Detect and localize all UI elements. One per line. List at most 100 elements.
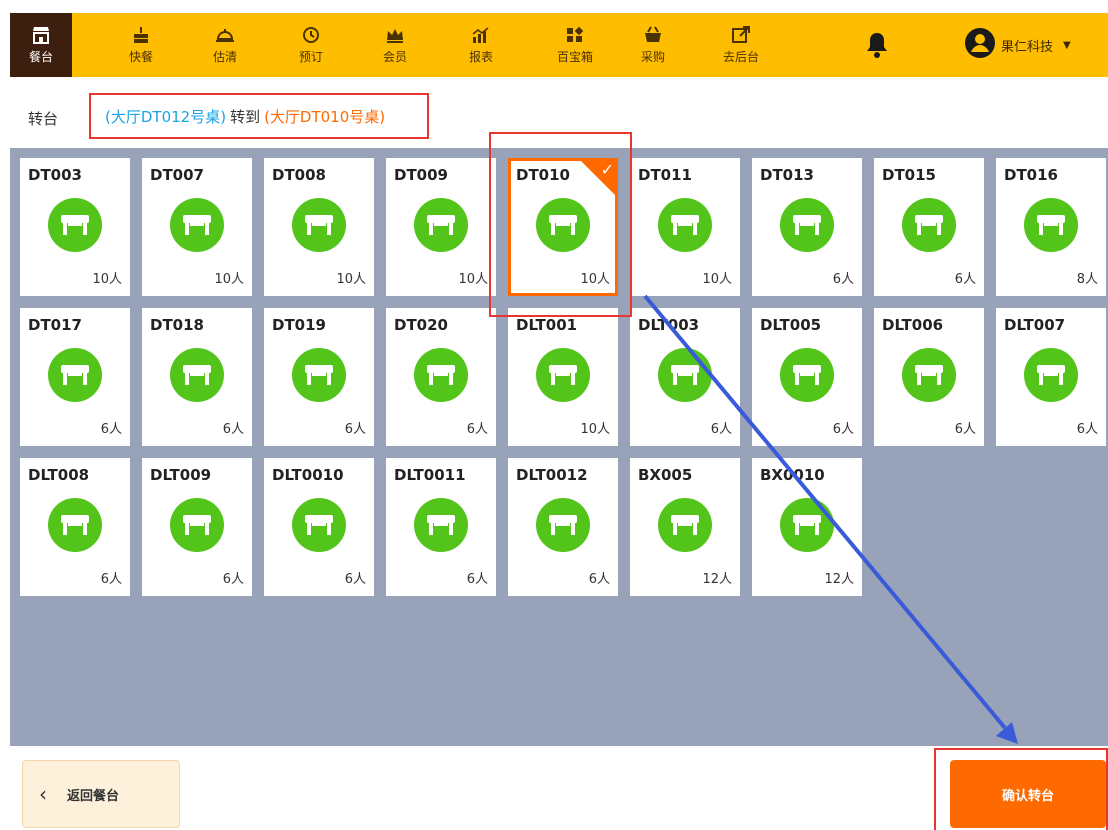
nav-item[interactable]: 去后台 — [706, 13, 776, 77]
table-capacity: 6人 — [710, 422, 732, 437]
table-icon — [414, 198, 468, 256]
table-tile[interactable]: DLT0012 6人 — [508, 458, 618, 596]
nav-item[interactable]: 采购 — [620, 13, 686, 77]
table-icon — [902, 198, 956, 256]
table-name: DT013 — [760, 166, 814, 184]
table-capacity: 8人 — [1076, 272, 1098, 287]
table-tile[interactable]: DLT001 10人 — [508, 308, 618, 446]
nav-item[interactable]: 快餐 — [108, 13, 174, 77]
table-name: DLT007 — [1004, 316, 1066, 334]
table-capacity: 6人 — [588, 572, 610, 587]
back-to-tables-button[interactable]: ‹ 返回餐台 — [22, 760, 180, 828]
table-capacity: 6人 — [344, 422, 366, 437]
external-link-icon — [731, 25, 751, 48]
table-name: DLT0012 — [516, 466, 588, 484]
nav-item[interactable]: 预订 — [278, 13, 344, 77]
table-tile[interactable]: DT010 10人 ✓ — [508, 158, 618, 296]
fastfood-icon — [131, 26, 151, 48]
table-icon — [414, 498, 468, 556]
nav-label: 去后台 — [722, 49, 759, 64]
nav-item[interactable]: 估清 — [192, 13, 258, 77]
table-name: DLT0010 — [272, 466, 344, 484]
table-icon — [48, 498, 102, 556]
confirm-transfer-button[interactable]: 确认转台 — [950, 760, 1106, 828]
table-tile[interactable]: DLT008 6人 — [20, 458, 130, 596]
chevron-left-icon: ‹ — [39, 782, 47, 806]
table-name: DLT006 — [882, 316, 944, 334]
table-tile[interactable]: DT013 6人 — [752, 158, 862, 296]
table-icon — [48, 348, 102, 406]
clock-icon — [301, 26, 321, 48]
table-capacity: 12人 — [824, 572, 854, 587]
table-name: BX005 — [638, 466, 693, 484]
transfer-summary: (大厅DT012号桌) 转到 (大厅DT010号桌) — [89, 93, 429, 139]
table-tile[interactable]: BX0010 12人 — [752, 458, 862, 596]
table-name: DT007 — [150, 166, 204, 184]
table-icon — [1024, 348, 1078, 406]
table-tile[interactable]: DT007 10人 — [142, 158, 252, 296]
table-name: DLT001 — [516, 316, 578, 334]
table-icon — [658, 348, 712, 406]
table-tile[interactable]: DLT003 6人 — [630, 308, 740, 446]
back-button-label: 返回餐台 — [67, 788, 120, 804]
nav-label: 快餐 — [128, 49, 153, 64]
service-bell-icon — [215, 26, 235, 48]
table-capacity: 10人 — [458, 272, 488, 287]
nav-item[interactable]: 餐台 — [10, 13, 72, 77]
table-capacity: 10人 — [580, 272, 610, 287]
table-name: DT015 — [882, 166, 936, 184]
table-icon — [1024, 198, 1078, 256]
table-tile[interactable]: DT016 8人 — [996, 158, 1106, 296]
table-tile[interactable]: DLT0011 6人 — [386, 458, 496, 596]
source-table: (大厅DT012号桌) — [105, 107, 227, 126]
table-icon — [658, 198, 712, 256]
table-icon — [292, 498, 346, 556]
table-tile[interactable]: DT017 6人 — [20, 308, 130, 446]
nav-item[interactable]: 报表 — [448, 13, 514, 77]
table-tile[interactable]: DLT009 6人 — [142, 458, 252, 596]
table-tile[interactable]: DT019 6人 — [264, 308, 374, 446]
basket-icon — [643, 25, 663, 48]
table-name: DT009 — [394, 166, 448, 184]
chevron-down-icon: ▼ — [1063, 39, 1071, 51]
table-name: DLT009 — [150, 466, 212, 484]
table-tile[interactable]: DLT006 6人 — [874, 308, 984, 446]
table-icon — [536, 198, 590, 256]
table-capacity: 6人 — [222, 572, 244, 587]
table-icon — [170, 348, 224, 406]
table-tile[interactable]: DLT005 6人 — [752, 308, 862, 446]
table-tile[interactable]: DT020 6人 — [386, 308, 496, 446]
table-capacity: 10人 — [336, 272, 366, 287]
table-tile[interactable]: DT015 6人 — [874, 158, 984, 296]
table-icon — [292, 198, 346, 256]
user-name: 果仁科技 — [1001, 39, 1054, 55]
table-icon — [780, 198, 834, 256]
target-table: (大厅DT010号桌) — [264, 107, 386, 126]
table-icon — [536, 348, 590, 406]
check-icon: ✓ — [600, 160, 614, 179]
table-capacity: 6人 — [466, 572, 488, 587]
table-name: DT010 — [516, 166, 570, 184]
table-tile[interactable]: DLT007 6人 — [996, 308, 1106, 446]
table-tile[interactable]: DT009 10人 — [386, 158, 496, 296]
nav-label: 采购 — [640, 49, 665, 64]
table-tile[interactable]: DT003 10人 — [20, 158, 130, 296]
table-tile[interactable]: BX005 12人 — [630, 458, 740, 596]
table-icon — [780, 498, 834, 556]
table-name: DT003 — [28, 166, 82, 184]
table-capacity: 10人 — [580, 422, 610, 437]
user-menu[interactable]: 果仁科技 ▼ — [965, 27, 1071, 63]
table-tile[interactable]: DT008 10人 — [264, 158, 374, 296]
table-name: DT017 — [28, 316, 82, 334]
table-capacity: 6人 — [832, 272, 854, 287]
nav-item[interactable]: 会员 — [362, 13, 428, 77]
report-chart-icon — [471, 26, 491, 48]
bell-icon[interactable] — [865, 31, 889, 63]
transfer-connector: 转到 — [230, 107, 261, 126]
nav-item[interactable]: 百宝箱 — [532, 13, 618, 77]
table-capacity: 6人 — [832, 422, 854, 437]
nav-label: 估清 — [212, 49, 237, 64]
table-tile[interactable]: DLT0010 6人 — [264, 458, 374, 596]
table-tile[interactable]: DT018 6人 — [142, 308, 252, 446]
table-tile[interactable]: DT011 10人 — [630, 158, 740, 296]
